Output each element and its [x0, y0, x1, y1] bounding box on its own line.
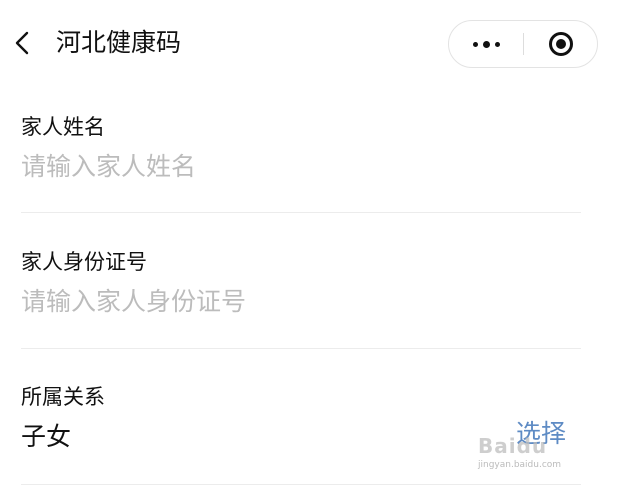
- more-dots-icon: [473, 42, 478, 47]
- target-close-icon-core: [556, 39, 566, 49]
- family-name-input[interactable]: [21, 148, 481, 184]
- more-dots-icon: [495, 42, 500, 47]
- close-mini-program-button[interactable]: [524, 21, 597, 67]
- family-name-label: 家人姓名: [21, 115, 105, 139]
- divider: [21, 484, 581, 485]
- family-id-input[interactable]: [21, 283, 481, 319]
- page-title: 河北健康码: [56, 28, 182, 57]
- mini-program-capsule: [448, 20, 598, 68]
- relation-value: 子女: [21, 422, 72, 451]
- more-dots-icon: [483, 41, 490, 48]
- divider: [21, 212, 581, 213]
- relation-label: 所属关系: [21, 385, 105, 409]
- navigation-bar: 河北健康码: [0, 0, 619, 88]
- watermark-url: jingyan.baidu.com: [478, 460, 562, 470]
- family-id-label: 家人身份证号: [21, 250, 147, 274]
- more-button[interactable]: [449, 21, 523, 67]
- divider: [21, 348, 581, 349]
- back-button[interactable]: [10, 28, 38, 58]
- relation-select-button[interactable]: 选择: [516, 417, 566, 451]
- chevron-left-icon: [15, 31, 29, 55]
